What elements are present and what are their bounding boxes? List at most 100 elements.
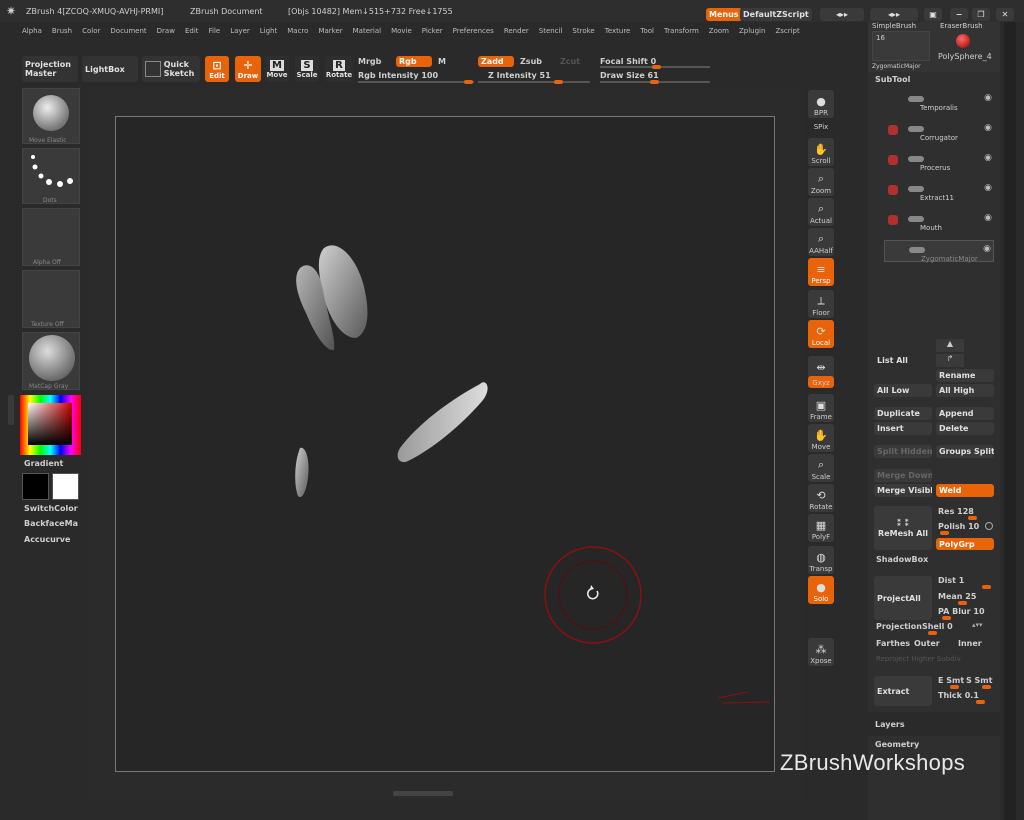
e-smt-knob[interactable] [950, 685, 959, 689]
rotate-button[interactable]: ⟲ Rotate [808, 484, 834, 512]
merge-visible-button[interactable]: Merge Visibl [874, 484, 932, 497]
mrgb-toggle[interactable]: Mrgb [358, 57, 381, 66]
subtool-toggle-icon[interactable] [908, 186, 924, 192]
geometry-header[interactable]: Geometry [868, 736, 1000, 820]
menu-light[interactable]: Light [260, 27, 277, 35]
minimize-button[interactable]: − [950, 8, 968, 21]
polysphere-icon[interactable] [956, 34, 970, 48]
draw-size-slider[interactable]: Draw Size 61 [600, 71, 659, 80]
menu-document[interactable]: Document [110, 27, 146, 35]
color-square[interactable] [28, 403, 72, 445]
projection-shell-knob[interactable] [928, 631, 937, 635]
pa-blur-knob[interactable] [942, 616, 951, 620]
mean-knob[interactable] [958, 601, 967, 605]
stroke-thumbnail[interactable]: Dots [22, 148, 80, 204]
m-toggle[interactable]: M [438, 57, 446, 66]
res-knob[interactable] [968, 516, 977, 520]
subtool-item[interactable]: ◉ Extract11 [884, 180, 994, 202]
menu-color[interactable]: Color [82, 27, 100, 35]
polish-knob[interactable] [940, 531, 949, 535]
outer-toggle[interactable]: Outer [914, 639, 940, 648]
close-button[interactable]: ✕ [996, 8, 1014, 21]
alpha-thumbnail[interactable]: Alpha Off [22, 208, 80, 266]
move-button[interactable]: M Move [265, 56, 289, 82]
s-smt-slider[interactable]: S Smt [966, 676, 992, 685]
rename-button[interactable]: Rename [936, 369, 994, 382]
thick-knob[interactable] [976, 700, 985, 704]
focal-shift-slider[interactable]: Focal Shift 0 [600, 57, 656, 66]
focal-shift-knob[interactable] [652, 65, 661, 69]
zygomatic-thumb[interactable]: 16 [872, 31, 930, 61]
frame-button[interactable]: ▣ Frame [808, 394, 834, 422]
main-color-swatch[interactable] [22, 473, 49, 500]
extract-button[interactable]: Extract [874, 676, 932, 706]
canvas-area[interactable] [88, 88, 804, 800]
e-smt-slider[interactable]: E Smt [938, 676, 964, 685]
default-zscript-button[interactable]: DefaultZScript [740, 8, 812, 21]
gradient-toggle[interactable]: Gradient [24, 459, 63, 468]
subtool-toggle-icon[interactable] [908, 156, 924, 162]
zadd-toggle[interactable]: Zadd [478, 56, 514, 67]
subtool-arrow-icon[interactable]: ↱ [936, 354, 964, 367]
quick-sketch-button[interactable]: Quick Sketch [142, 56, 200, 82]
menu-alpha[interactable]: Alpha [22, 27, 42, 35]
layers-header[interactable]: Layers [868, 714, 1000, 736]
menu-stroke[interactable]: Stroke [572, 27, 594, 35]
subtool-item[interactable]: ◉ Procerus [884, 150, 994, 172]
merge-down-button[interactable]: Merge Down [874, 469, 932, 482]
remesh-all-button[interactable]: ⁑ ⁑ ReMesh All [874, 506, 932, 550]
append-button[interactable]: Append [936, 407, 994, 420]
texture-thumbnail[interactable]: Texture Off [22, 270, 80, 328]
subtool-scroll-up-icon[interactable]: ▲ [936, 339, 964, 352]
rgb-toggle[interactable]: Rgb [396, 56, 432, 67]
polish-settings-icon[interactable] [985, 522, 993, 530]
z-intensity-track[interactable] [478, 81, 590, 83]
projection-master-button[interactable]: Projection Master [22, 56, 78, 82]
projection-shell-arrows-icon[interactable]: ▴▾▾ [972, 621, 983, 629]
polygrp-toggle[interactable]: PolyGrp [936, 538, 994, 550]
shadowbox-button[interactable]: ShadowBox [876, 555, 928, 564]
menu-movie[interactable]: Movie [391, 27, 412, 35]
xpose-button[interactable]: ⁂ Xpose [808, 638, 834, 666]
weld-toggle[interactable]: Weld [936, 484, 994, 497]
menu-tool[interactable]: Tool [640, 27, 654, 35]
actual-button[interactable]: ⌕ Actual [808, 198, 834, 226]
menu-file[interactable]: File [209, 27, 221, 35]
subtool-item[interactable]: ◉ Corrugator [884, 120, 994, 142]
menu-edit[interactable]: Edit [185, 27, 199, 35]
farthest-toggle[interactable]: Farthes [876, 639, 910, 648]
subtool-toggle-icon[interactable] [908, 216, 924, 222]
rotate-button[interactable]: R Rotate [325, 56, 353, 82]
brush-thumbnail[interactable]: Move Elastic [22, 88, 80, 144]
subtool-item[interactable]: ◉ ZygomaticMajor [884, 240, 994, 263]
zsub-toggle[interactable]: Zsub [520, 57, 542, 66]
delete-button[interactable]: Delete [936, 422, 994, 435]
menu-picker[interactable]: Picker [422, 27, 443, 35]
color-picker[interactable] [20, 395, 81, 455]
switchcolor-button[interactable]: SwitchColor [24, 504, 78, 513]
move-button[interactable]: ✋ Move [808, 424, 834, 452]
rgb-intensity-knob[interactable] [464, 80, 473, 84]
menu-transform[interactable]: Transform [664, 27, 699, 35]
accucurve-toggle[interactable]: Accucurve [24, 535, 70, 544]
project-all-button[interactable]: ProjectAll [874, 576, 932, 620]
model-viewport[interactable] [88, 88, 804, 800]
menus-button[interactable]: Menus [706, 8, 742, 21]
spix-button[interactable]: ▪SPix [808, 120, 834, 132]
zcut-toggle[interactable]: Zcut [560, 57, 580, 66]
scroll-button[interactable]: ✋ Scroll [808, 138, 834, 166]
right-scrollbar[interactable] [1004, 22, 1016, 820]
projection-shell-slider[interactable]: ProjectionShell 0 [876, 622, 953, 631]
menu-stencil[interactable]: Stencil [539, 27, 563, 35]
layout-button[interactable]: ◂▸▸ [870, 8, 918, 21]
draw-size-knob[interactable] [650, 80, 659, 84]
insert-button[interactable]: Insert [874, 422, 932, 435]
material-thumbnail[interactable]: MatCap Gray [22, 332, 80, 390]
subtool-toggle-icon[interactable] [909, 247, 925, 253]
transp-button[interactable]: ◍ Transp [808, 546, 834, 574]
canvas-bottom-handle[interactable] [393, 791, 453, 796]
scale-button[interactable]: ⌕ Scale [808, 454, 834, 482]
menu-marker[interactable]: Marker [318, 27, 342, 35]
dist-knob[interactable] [982, 585, 991, 589]
subtool-toggle-icon[interactable] [908, 96, 924, 102]
